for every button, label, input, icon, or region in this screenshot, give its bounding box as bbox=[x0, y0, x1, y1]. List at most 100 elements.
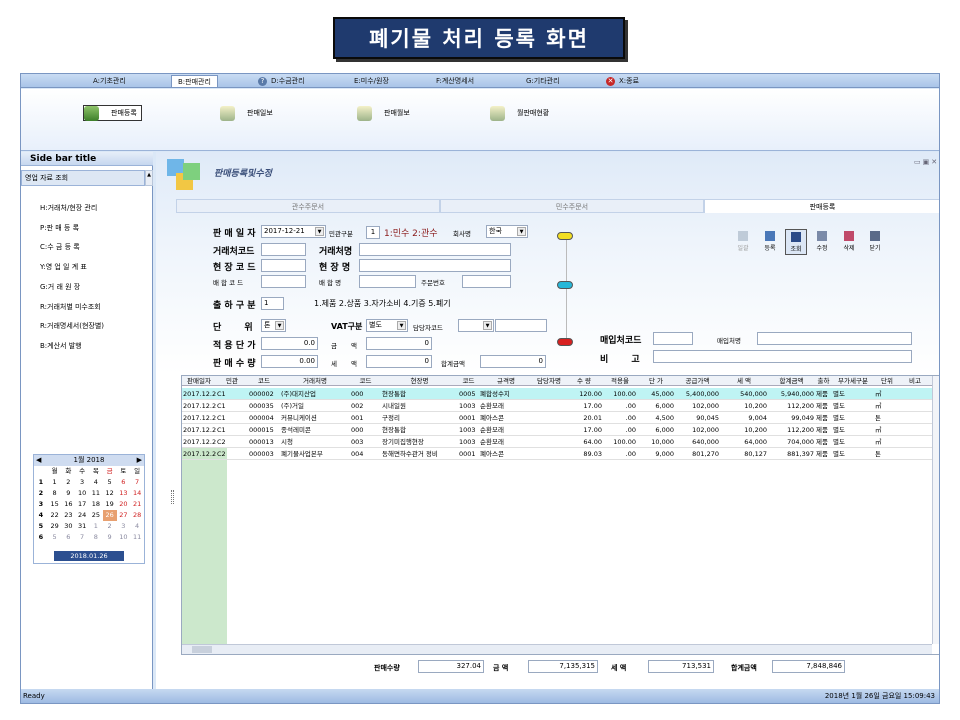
calendar-day[interactable]: 4 bbox=[130, 521, 144, 532]
ribbon-sales-register-button[interactable]: 판매등록 bbox=[83, 105, 142, 121]
grid-column-header[interactable]: 공급가액 bbox=[675, 376, 720, 386]
amount-input[interactable]: 0 bbox=[366, 337, 432, 350]
calendar-day[interactable]: 11 bbox=[89, 488, 103, 499]
calendar-day[interactable]: 5 bbox=[48, 532, 62, 543]
close-button[interactable]: 닫기 bbox=[864, 229, 886, 255]
client-code-input[interactable] bbox=[261, 243, 306, 256]
calendar-day[interactable]: 8 bbox=[48, 488, 62, 499]
calendar-day[interactable]: 9 bbox=[103, 532, 117, 543]
grid-column-header[interactable]: 담당자명 bbox=[533, 376, 565, 386]
calendar-day[interactable]: 14 bbox=[130, 488, 144, 499]
menu-etc[interactable]: G:기타관리 bbox=[526, 75, 560, 87]
calendar-day[interactable]: 20 bbox=[117, 499, 131, 510]
supplier-name-input[interactable] bbox=[757, 332, 912, 345]
sidebar-item-receivables[interactable]: R:거래처별 미수조회 bbox=[40, 302, 101, 312]
tab-private-order[interactable]: 민수주문서 bbox=[440, 199, 704, 213]
grid-column-header[interactable]: 단 가 bbox=[637, 376, 675, 386]
calendar-day[interactable]: 30 bbox=[62, 521, 76, 532]
table-row[interactable]: 2017.12.21C2 000003 폐기물사업본부 004 동해면하수관거 정비 00… bbox=[182, 448, 939, 460]
unit-price-input[interactable]: 0.0 bbox=[261, 337, 318, 350]
calendar-day[interactable]: 17 bbox=[75, 499, 89, 510]
splitter-handle[interactable] bbox=[171, 490, 174, 504]
mix-name-input[interactable] bbox=[359, 275, 416, 288]
menu-basic[interactable]: A:기초관리 bbox=[93, 75, 126, 87]
grid-column-header[interactable]: 규격명 bbox=[479, 376, 533, 386]
tab-public-order[interactable]: 관수주문서 bbox=[176, 199, 440, 213]
menu-collection[interactable]: ? D:수금관리 bbox=[258, 75, 305, 87]
ribbon-monthly-status-button[interactable]: 월판매현황 bbox=[490, 105, 549, 121]
grid-column-header[interactable]: 수 량 bbox=[565, 376, 603, 386]
qty-input[interactable]: 0.00 bbox=[261, 355, 318, 368]
calendar-day[interactable]: 31 bbox=[75, 521, 89, 532]
menu-exit[interactable]: ✕ X:종료 bbox=[606, 75, 639, 87]
edit-button[interactable]: 수정 bbox=[811, 229, 833, 255]
unit-select[interactable]: 톤 ▼ bbox=[261, 319, 286, 332]
supplier-code-input[interactable] bbox=[653, 332, 693, 345]
ribbon-monthly-button[interactable]: 판매월보 bbox=[357, 105, 410, 121]
calendar-day[interactable]: 1 bbox=[89, 521, 103, 532]
calendar-day[interactable]: 10 bbox=[75, 488, 89, 499]
table-row[interactable]: 2017.12.21C1 000015 종석레미콘 000 현장통합 1003 순환모래 17… bbox=[182, 424, 939, 436]
calendar-day[interactable]: 11 bbox=[130, 532, 144, 543]
sidebar-scroll-up[interactable]: ▲ bbox=[145, 170, 153, 186]
calendar-day[interactable]: 6 bbox=[62, 532, 76, 543]
tax-input[interactable]: 0 bbox=[366, 355, 432, 368]
calendar-day[interactable]: 9 bbox=[62, 488, 76, 499]
calendar-day[interactable]: 7 bbox=[130, 477, 144, 488]
company-select[interactable]: 한국 ▼ bbox=[486, 225, 528, 238]
calendar-day[interactable]: 4 bbox=[89, 477, 103, 488]
calendar-day[interactable]: 3 bbox=[117, 521, 131, 532]
client-name-input[interactable] bbox=[359, 243, 511, 256]
calendar-day[interactable]: 12 bbox=[103, 488, 117, 499]
ribbon-daily-button[interactable]: 판매일보 bbox=[220, 105, 273, 121]
vertical-scrollbar[interactable] bbox=[932, 376, 939, 644]
calendar-day[interactable]: 1 bbox=[48, 477, 62, 488]
sidebar-item-daily-summary[interactable]: Y:영 업 일 계 표 bbox=[40, 262, 87, 272]
sidebar-item-sales-register[interactable]: P:판 매 등 록 bbox=[40, 223, 79, 233]
grid-column-header[interactable]: 현장명 bbox=[381, 376, 458, 386]
sidebar-item-collection[interactable]: C:수 금 등 록 bbox=[40, 242, 80, 252]
grid-column-header[interactable]: 비고 bbox=[900, 376, 930, 386]
calendar-day[interactable]: 3 bbox=[75, 477, 89, 488]
grid-column-header[interactable]: 부가세구분 bbox=[832, 376, 874, 386]
ship-type-input[interactable]: 1 bbox=[261, 297, 284, 310]
calendar-day[interactable]: 16 bbox=[62, 499, 76, 510]
calendar-day[interactable]: 25 bbox=[89, 510, 103, 521]
calendar-day[interactable]: 10 bbox=[117, 532, 131, 543]
sidebar-item-client-site[interactable]: H:거래처/현장 관리 bbox=[40, 203, 97, 213]
order-no-input[interactable] bbox=[462, 275, 511, 288]
search-button[interactable]: 조회 bbox=[785, 229, 807, 255]
calendar-day[interactable]: 24 bbox=[75, 510, 89, 521]
table-row[interactable]: 2017.12.21C1 000002 (주)대지산업 000 현장통합 0005 폐합성수… bbox=[182, 388, 939, 400]
calendar-day[interactable]: 23 bbox=[62, 510, 76, 521]
calendar-day[interactable]: 27 bbox=[117, 510, 131, 521]
mix-code-input[interactable] bbox=[261, 275, 306, 288]
staff-name-input[interactable] bbox=[495, 319, 547, 332]
horizontal-scrollbar[interactable] bbox=[182, 644, 932, 654]
menu-sales[interactable]: B:판매관리 bbox=[171, 75, 218, 87]
calendar-day[interactable]: 7 bbox=[75, 532, 89, 543]
sidebar-item-statement[interactable]: R:거래명세서(현장별) bbox=[40, 321, 104, 331]
calendar-day[interactable]: 6 bbox=[117, 477, 131, 488]
grid-column-header[interactable]: 코드 bbox=[350, 376, 381, 386]
calendar-next-icon[interactable]: ▶ bbox=[137, 455, 142, 466]
calendar-day[interactable]: 19 bbox=[103, 499, 117, 510]
sidebar-item-ledger[interactable]: G:거 래 원 장 bbox=[40, 282, 80, 292]
calendar-day[interactable]: 2 bbox=[103, 521, 117, 532]
grid-column-header[interactable]: 코드 bbox=[458, 376, 479, 386]
grid-column-header[interactable]: 출하 bbox=[815, 376, 832, 386]
calendar-day[interactable]: 26 bbox=[102, 510, 117, 521]
calendar-day[interactable]: 18 bbox=[89, 499, 103, 510]
grid-column-header[interactable]: 민관 bbox=[216, 376, 248, 386]
scroll-thumb[interactable] bbox=[192, 646, 212, 653]
calendar-day[interactable]: 5 bbox=[103, 477, 117, 488]
vat-select[interactable]: 별도 ▼ bbox=[366, 319, 408, 332]
site-name-input[interactable] bbox=[359, 259, 511, 272]
table-row[interactable]: 2017.12.21C2 000013 시청 003 장기미집행현장 1003 순환모래 64… bbox=[182, 436, 939, 448]
site-code-input[interactable] bbox=[261, 259, 306, 272]
grid-column-header[interactable]: 적용율 bbox=[603, 376, 637, 386]
menu-receivables[interactable]: E:미수/원장 bbox=[354, 75, 389, 87]
table-row[interactable]: 2017.12.21C1 000035 (주)거일 002 시내일원 1003 순환모래 17… bbox=[182, 400, 939, 412]
grid-column-header[interactable]: 세 액 bbox=[720, 376, 768, 386]
calendar-day[interactable]: 13 bbox=[117, 488, 131, 499]
